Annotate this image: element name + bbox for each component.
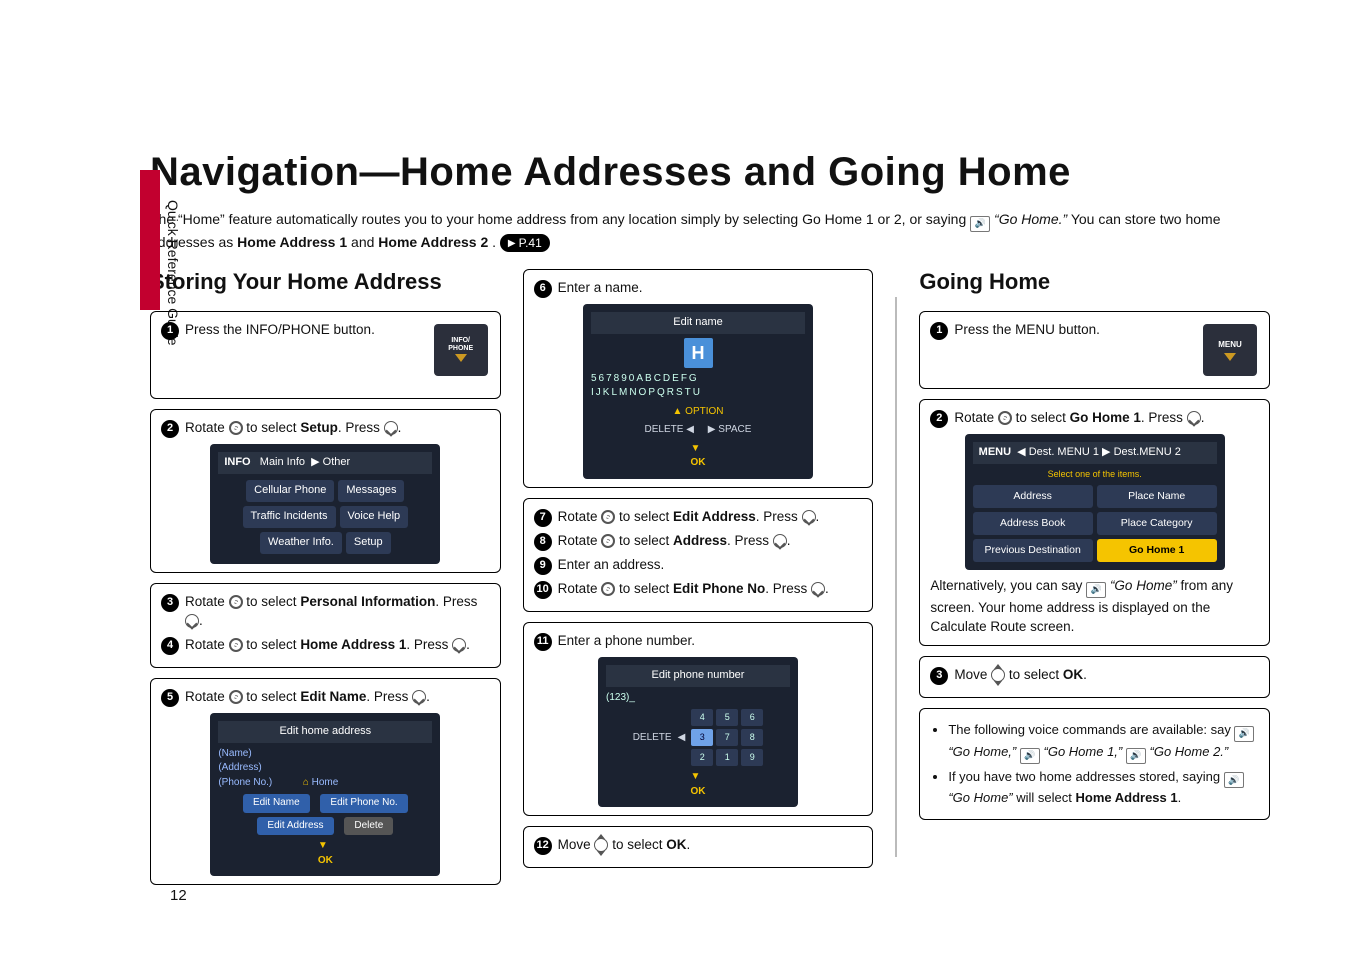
step-num-1: 1 bbox=[161, 322, 179, 340]
intro-addr1: Home Address 1 bbox=[237, 234, 347, 250]
intro-text: The “Home” feature automatically routes … bbox=[150, 211, 970, 227]
info-screen: INFO Main Info ▶ Other Cellular Phone Me… bbox=[210, 444, 440, 564]
step-6: 6 Enter a name. Edit name H 567890ABCDEF… bbox=[523, 269, 874, 488]
voice-icon bbox=[1234, 726, 1254, 742]
going-num-2: 2 bbox=[930, 410, 948, 428]
tile-address-book: Address Book bbox=[973, 512, 1093, 535]
page-number: 12 bbox=[170, 887, 187, 904]
rotate-icon bbox=[601, 510, 615, 524]
going-step-1: 1 Press the MENU button. bbox=[919, 311, 1270, 389]
tile-prev-dest: Previous Destination bbox=[973, 539, 1093, 562]
delete-btn: Delete bbox=[344, 817, 393, 836]
step1-text: Press the INFO/PHONE button. bbox=[185, 320, 375, 340]
step-num-12: 12 bbox=[534, 837, 552, 855]
step-12: 12 Move to select OK. bbox=[523, 826, 874, 868]
voice-icon bbox=[1020, 748, 1040, 764]
tile-voice-help: Voice Help bbox=[340, 506, 409, 528]
step-num-11: 11 bbox=[534, 633, 552, 651]
going-step-2: 2 Rotate to select Go Home 1. Press . ME… bbox=[919, 399, 1270, 646]
step-2: 2 Rotate to select Setup. Press . INFO M… bbox=[150, 409, 501, 573]
step-num-2: 2 bbox=[161, 420, 179, 438]
step-7-10: 7 Rotate to select Edit Address. Press .… bbox=[523, 498, 874, 612]
step-num-6: 6 bbox=[534, 280, 552, 298]
sidebar-tab bbox=[140, 170, 160, 310]
rotate-icon bbox=[601, 582, 615, 596]
intro-period: . bbox=[492, 234, 500, 250]
rotate-icon bbox=[229, 421, 243, 435]
step-5: 5 Rotate to select Edit Name. Press . Ed… bbox=[150, 678, 501, 885]
input-letter: H bbox=[684, 338, 713, 368]
rotate-icon bbox=[229, 638, 243, 652]
press-icon bbox=[802, 510, 816, 524]
press-icon bbox=[384, 421, 398, 435]
storing-heading: Storing Your Home Address bbox=[150, 269, 501, 295]
intro-paragraph: The “Home” feature automatically routes … bbox=[150, 209, 1250, 253]
tile-traffic: Traffic Incidents bbox=[243, 506, 336, 528]
tile-address: Address bbox=[973, 485, 1093, 508]
keypad: 456 378 219 bbox=[691, 709, 763, 766]
press-icon bbox=[811, 582, 825, 596]
edit-address-btn: Edit Address bbox=[257, 817, 333, 836]
step-1: 1 Press the INFO/PHONE button. bbox=[150, 311, 501, 399]
step-3-4: 3 Rotate to select Personal Information.… bbox=[150, 583, 501, 668]
column-divider bbox=[895, 297, 897, 857]
edit-name-btn: Edit Name bbox=[243, 794, 310, 813]
voice-icon bbox=[1224, 772, 1244, 788]
rotate-icon bbox=[601, 534, 615, 548]
step-num-4: 4 bbox=[161, 637, 179, 655]
going-heading: Going Home bbox=[919, 269, 1270, 295]
rotate-icon bbox=[998, 411, 1012, 425]
tile-place-category: Place Category bbox=[1097, 512, 1217, 535]
edit-phone-screen: Edit phone number (123)_ DELETE◀ 456 378… bbox=[598, 657, 798, 808]
press-icon bbox=[773, 534, 787, 548]
voice-notes: The following voice commands are availab… bbox=[919, 708, 1270, 820]
press-icon bbox=[185, 614, 199, 628]
page-ref-link[interactable]: P.41 bbox=[500, 234, 550, 252]
step-num-3: 3 bbox=[161, 594, 179, 612]
info-phone-button-icon bbox=[434, 324, 488, 376]
step-num-9: 9 bbox=[534, 557, 552, 575]
step-11: 11 Enter a phone number. Edit phone numb… bbox=[523, 622, 874, 817]
rotate-icon bbox=[229, 690, 243, 704]
tile-go-home-1: Go Home 1 bbox=[1097, 539, 1217, 562]
press-icon bbox=[412, 690, 426, 704]
going-num-1: 1 bbox=[930, 322, 948, 340]
voice-icon bbox=[1086, 582, 1106, 598]
tile-cellular-phone: Cellular Phone bbox=[246, 480, 334, 502]
voice-icon bbox=[970, 216, 990, 232]
tile-weather: Weather Info. bbox=[260, 532, 342, 554]
menu-button-icon bbox=[1203, 324, 1257, 376]
intro-addr2: Home Address 2 bbox=[378, 234, 488, 250]
intro-voice-cmd: “Go Home.” bbox=[994, 211, 1067, 227]
press-icon bbox=[1187, 411, 1201, 425]
edit-home-address-screen: Edit home address (Name) (Address) (Phon… bbox=[210, 713, 440, 876]
tile-messages: Messages bbox=[338, 480, 404, 502]
step-num-5: 5 bbox=[161, 689, 179, 707]
tile-place-name: Place Name bbox=[1097, 485, 1217, 508]
edit-phone-btn: Edit Phone No. bbox=[320, 794, 407, 813]
going-num-3: 3 bbox=[930, 667, 948, 685]
page-title: Navigation—Home Addresses and Going Home bbox=[150, 150, 1270, 195]
step-num-8: 8 bbox=[534, 533, 552, 551]
step-num-7: 7 bbox=[534, 509, 552, 527]
edit-name-screen: Edit name H 567890ABCDEFG IJKLMNOPQRSTU … bbox=[583, 304, 813, 479]
rotate-icon bbox=[229, 595, 243, 609]
step-num-10: 10 bbox=[534, 581, 552, 599]
press-icon bbox=[452, 638, 466, 652]
voice-icon bbox=[1126, 748, 1146, 764]
going-step-3: 3 Move to select OK. bbox=[919, 656, 1270, 698]
tile-setup: Setup bbox=[346, 532, 391, 554]
move-icon bbox=[594, 838, 608, 852]
dest-menu-screen: MENU ◀ Dest. MENU 1 ▶ Dest.MENU 2 Select… bbox=[965, 434, 1225, 571]
intro-and: and bbox=[351, 234, 378, 250]
move-icon bbox=[991, 668, 1005, 682]
